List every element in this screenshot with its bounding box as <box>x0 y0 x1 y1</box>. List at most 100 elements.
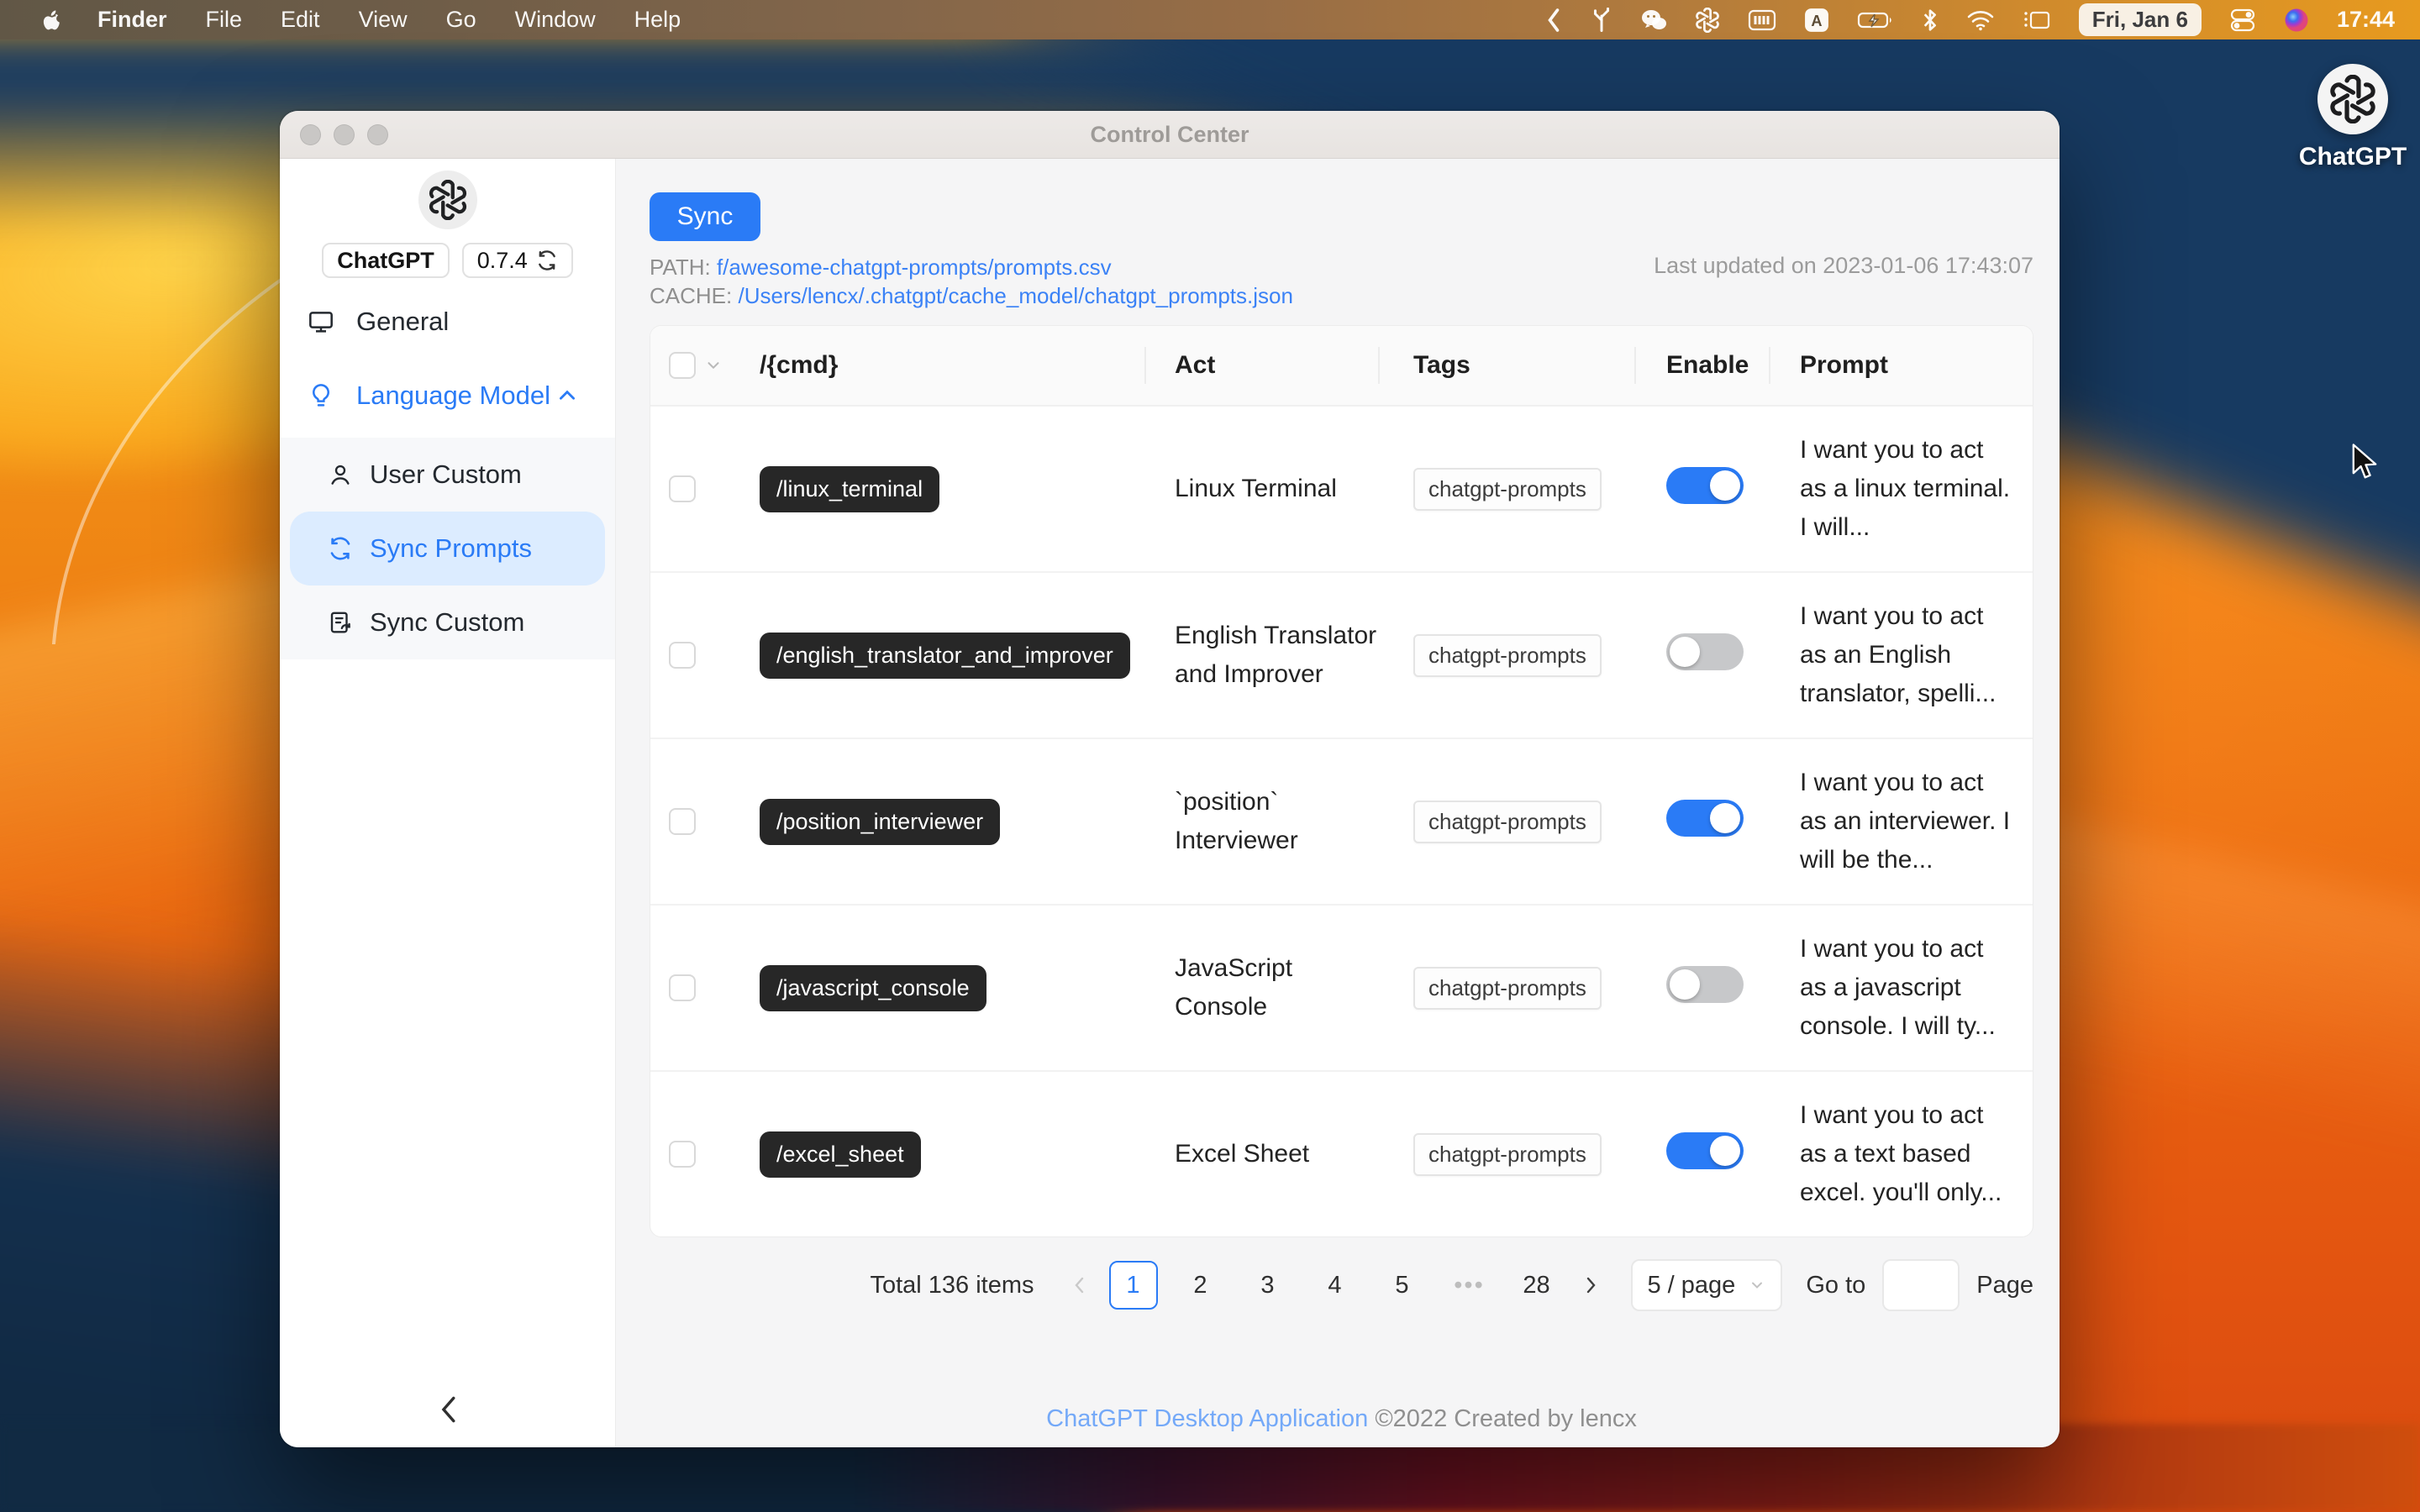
next-page-icon[interactable] <box>1581 1275 1601 1295</box>
minimize-button[interactable] <box>334 124 355 145</box>
chevron-down-icon[interactable] <box>704 356 723 375</box>
prompt-cell: I want you to act as a text based excel.… <box>1800 1101 2002 1206</box>
sidebar-item-sync-custom[interactable]: Sync Custom <box>290 585 605 659</box>
page-button-3[interactable]: 3 <box>1244 1261 1292 1310</box>
cmd-pill: /excel_sheet <box>760 1131 921 1178</box>
enable-toggle[interactable] <box>1666 1132 1744 1169</box>
page-size-select[interactable]: 5 / page <box>1630 1259 1783 1311</box>
monitor-icon <box>309 312 333 333</box>
enable-toggle[interactable] <box>1666 467 1744 504</box>
screen-mirroring-menu-icon[interactable] <box>2023 8 2051 33</box>
person-icon <box>331 465 350 485</box>
menu-item-edit[interactable]: Edit <box>281 7 320 32</box>
sync-icon <box>330 537 350 560</box>
window-titlebar[interactable]: Control Center <box>280 111 2060 159</box>
page-button-4[interactable]: 4 <box>1311 1261 1360 1310</box>
footer-copyright: ©2022 Created by lencx <box>1375 1405 1637 1432</box>
menu-item-window[interactable]: Window <box>515 7 596 32</box>
footer-link[interactable]: ChatGPT Desktop Application <box>1046 1405 1368 1432</box>
sync-button[interactable]: Sync <box>650 192 760 241</box>
main-content: Sync PATH: f/awesome-chatgpt-prompts/pro… <box>616 159 2060 1447</box>
desktop-shortcut-chatgpt[interactable]: ChatGPT <box>2287 64 2418 171</box>
mouse-cursor <box>2352 444 2377 479</box>
sidebar-item-label: General <box>356 307 450 336</box>
input-source-menu-icon[interactable]: A <box>1804 8 1829 33</box>
table-row: /excel_sheet Excel Sheet chatgpt-prompts… <box>650 1072 2033 1236</box>
goto-page-input[interactable] <box>1882 1259 1960 1311</box>
app-footer: ChatGPT Desktop Application ©2022 Create… <box>650 1405 2033 1433</box>
menu-bar: Finder File Edit View Go Window Help A F… <box>0 0 2420 39</box>
sidebar: ChatGPT 0.7.4 General Language Model Use… <box>280 159 616 1447</box>
pagination: Total 136 items 1 2 3 4 5 ••• 28 5 / page <box>650 1259 2033 1311</box>
tag-badge: chatgpt-prompts <box>1413 1132 1602 1176</box>
menu-clock[interactable]: 17:44 <box>2337 7 2395 33</box>
siri-menu-icon[interactable] <box>2284 8 2309 33</box>
menu-item-view[interactable]: View <box>359 7 408 32</box>
sidebar-item-user-custom[interactable]: User Custom <box>290 438 605 512</box>
sidebar-item-label: User Custom <box>370 459 522 489</box>
column-header-tags: Tags <box>1380 351 1636 380</box>
prompt-cell: I want you to act as an English translat… <box>1800 602 1996 707</box>
language-model-submenu: User Custom Sync Prompts Sync Custom <box>280 438 615 659</box>
page-button-5[interactable]: 5 <box>1378 1261 1427 1310</box>
table-row: /english_translator_and_improver English… <box>650 573 2033 739</box>
toggle-knob <box>1710 470 1740 501</box>
row-checkbox[interactable] <box>669 808 696 835</box>
chevron-left-icon[interactable] <box>1544 8 1563 33</box>
menu-item-help[interactable]: Help <box>634 7 681 32</box>
sidebar-item-label: Language Model <box>356 381 550 410</box>
act-cell: Linux Terminal <box>1175 475 1337 502</box>
page-button-28[interactable]: 28 <box>1512 1261 1561 1310</box>
enable-toggle[interactable] <box>1666 800 1744 837</box>
zoom-button[interactable] <box>367 124 388 145</box>
barcode-menu-icon[interactable] <box>1748 8 1776 33</box>
cache-link[interactable]: /Users/lencx/.chatgpt/cache_model/chatgp… <box>738 283 1292 308</box>
path-link[interactable]: f/awesome-chatgpt-prompts/prompts.csv <box>717 255 1112 280</box>
page-button-2[interactable]: 2 <box>1176 1261 1225 1310</box>
toggle-knob <box>1670 969 1700 1000</box>
enable-toggle[interactable] <box>1666 633 1744 670</box>
prev-page-icon[interactable] <box>1070 1275 1090 1295</box>
page-button-1[interactable]: 1 <box>1108 1261 1158 1310</box>
menu-item-file[interactable]: File <box>206 7 243 32</box>
sidebar-item-label: Sync Custom <box>370 607 525 637</box>
battery-menu-icon[interactable] <box>1857 8 1894 33</box>
sidebar-collapse-button[interactable] <box>280 1395 615 1424</box>
close-button[interactable] <box>300 124 321 145</box>
table-row: /linux_terminal Linux Terminal chatgpt-p… <box>650 407 2033 573</box>
refresh-icon <box>538 250 555 270</box>
version-badge[interactable]: 0.7.4 <box>461 243 573 278</box>
bluetooth-menu-icon[interactable] <box>1922 8 1939 33</box>
wifi-menu-icon[interactable] <box>1966 8 1995 33</box>
select-all-checkbox[interactable] <box>669 352 696 379</box>
column-header-act: Act <box>1146 346 1380 385</box>
sidebar-item-language-model[interactable]: Language Model <box>280 375 615 416</box>
chatgpt-menu-icon[interactable] <box>1695 7 1720 33</box>
page-size-value: 5 / page <box>1647 1271 1736 1299</box>
tag-badge: chatgpt-prompts <box>1413 966 1602 1010</box>
sidebar-item-general[interactable]: General <box>280 302 615 342</box>
last-updated-text: Last updated on 2023-01-06 17:43:07 <box>1654 253 2033 278</box>
row-checkbox[interactable] <box>669 974 696 1001</box>
apple-menu-icon[interactable] <box>39 8 64 33</box>
fork-menu-icon[interactable] <box>1591 7 1612 33</box>
prompts-table: /{cmd} Act Tags Enable Prompt /linux_ter… <box>650 325 2033 1237</box>
act-cell: Excel Sheet <box>1175 1140 1310 1168</box>
toggle-knob <box>1710 1136 1740 1166</box>
sidebar-item-sync-prompts[interactable]: Sync Prompts <box>290 512 605 585</box>
menu-item-go[interactable]: Go <box>446 7 476 32</box>
menu-item-finder[interactable]: Finder <box>97 7 167 32</box>
wechat-menu-icon[interactable] <box>1640 8 1667 33</box>
tag-badge: chatgpt-prompts <box>1413 633 1602 677</box>
menu-date[interactable]: Fri, Jan 6 <box>2078 3 2202 36</box>
cmd-pill: /javascript_console <box>760 964 986 1011</box>
sidebar-item-label: Sync Prompts <box>370 533 532 563</box>
app-logo-icon <box>418 171 477 229</box>
control-center-menu-icon[interactable] <box>2229 8 2256 33</box>
row-checkbox[interactable] <box>669 1141 696 1168</box>
chevron-down-icon <box>1749 1277 1765 1294</box>
row-checkbox[interactable] <box>669 475 696 502</box>
enable-toggle[interactable] <box>1666 966 1744 1003</box>
prompt-cell: I want you to act as a javascript consol… <box>1800 935 1996 1040</box>
row-checkbox[interactable] <box>669 642 696 669</box>
